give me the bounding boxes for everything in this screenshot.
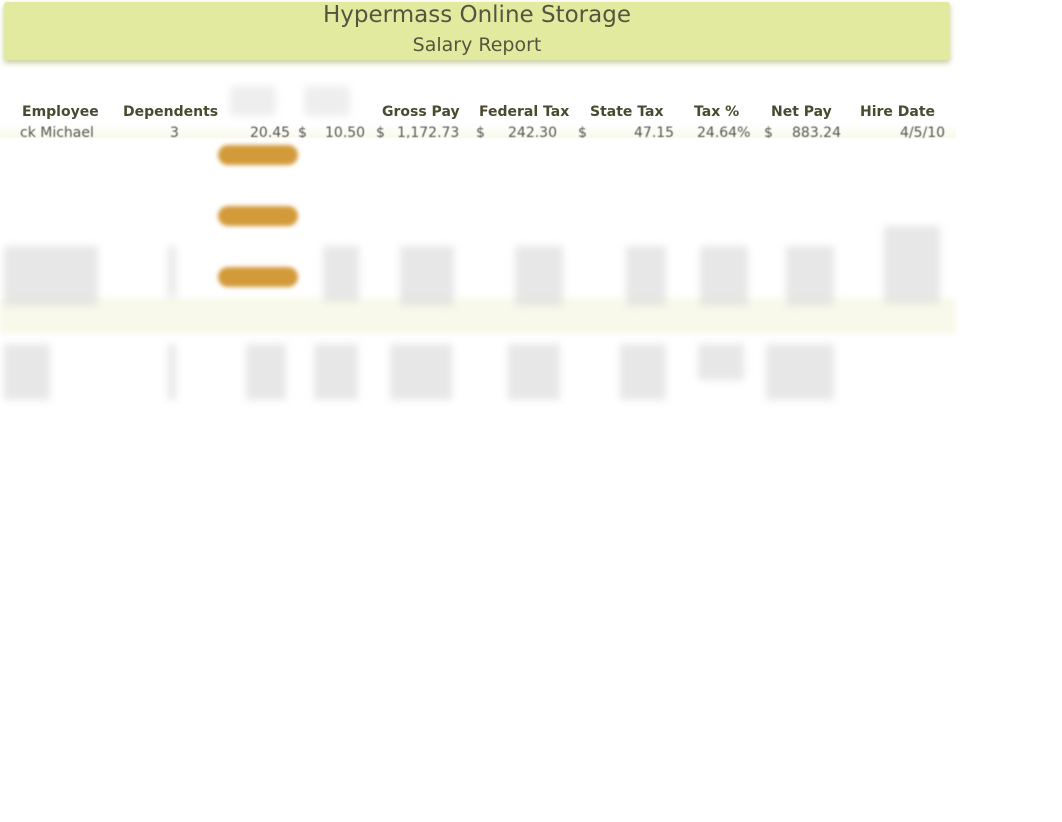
column-header-net-pay: Net Pay <box>771 104 832 120</box>
blurred-text <box>314 344 358 400</box>
blurred-text <box>700 246 748 306</box>
blurred-text <box>168 246 176 298</box>
column-header-federal-tax: Federal Tax <box>479 104 570 120</box>
blurred-text <box>786 246 834 306</box>
blurred-text <box>698 344 744 380</box>
blurred-header <box>230 86 276 116</box>
blurred-text <box>884 226 940 304</box>
cell: $ <box>298 125 307 138</box>
blurred-text <box>4 344 50 400</box>
blurred-text <box>620 344 666 400</box>
blurred-text <box>626 246 666 306</box>
cell: $ <box>578 125 587 138</box>
blurred-header <box>304 86 350 116</box>
report-title: Hypermass Online Storage <box>323 2 631 28</box>
cell: 10.50 <box>325 125 366 138</box>
blurred-text <box>400 246 454 306</box>
blurred-text <box>168 344 176 400</box>
blurred-text <box>4 246 98 306</box>
blurred-text <box>323 246 359 302</box>
column-header-tax-percent: Tax % <box>694 104 740 120</box>
blurred-text <box>515 246 563 306</box>
cell: 24.64% <box>697 125 751 138</box>
cell: 883.24 <box>792 125 841 138</box>
column-header-employee: Employee <box>22 104 99 120</box>
blurred-text <box>390 344 452 400</box>
report-banner: Hypermass Online Storage Salary Report <box>4 2 950 60</box>
cell: 242.30 <box>508 125 557 138</box>
cell: 3 <box>170 125 179 138</box>
column-header-gross-pay: Gross Pay <box>382 104 460 120</box>
cell: 4/5/10 <box>900 125 946 138</box>
blurred-text <box>246 344 286 400</box>
orange-button[interactable] <box>218 206 298 226</box>
orange-button[interactable] <box>218 145 298 165</box>
cell: 47.15 <box>634 125 675 138</box>
cell: $ <box>376 125 385 138</box>
blurred-text <box>508 344 560 400</box>
report-subtitle: Salary Report <box>412 34 542 56</box>
cell: $ <box>476 125 485 138</box>
blurred-text <box>766 344 834 400</box>
cell: 1,172.73 <box>397 125 460 138</box>
cell: 20.45 <box>250 125 291 138</box>
column-header-hire-date: Hire Date <box>860 104 936 120</box>
cell: $ <box>764 125 773 138</box>
table-row: ck Michael 3 20.45 $ 10.50 $ 1,172.73 $ … <box>0 124 956 138</box>
column-header-state-tax: State Tax <box>590 104 664 120</box>
column-header-dependents: Dependents <box>123 104 219 120</box>
cell: ck Michael <box>20 125 94 138</box>
orange-button[interactable] <box>218 267 298 287</box>
